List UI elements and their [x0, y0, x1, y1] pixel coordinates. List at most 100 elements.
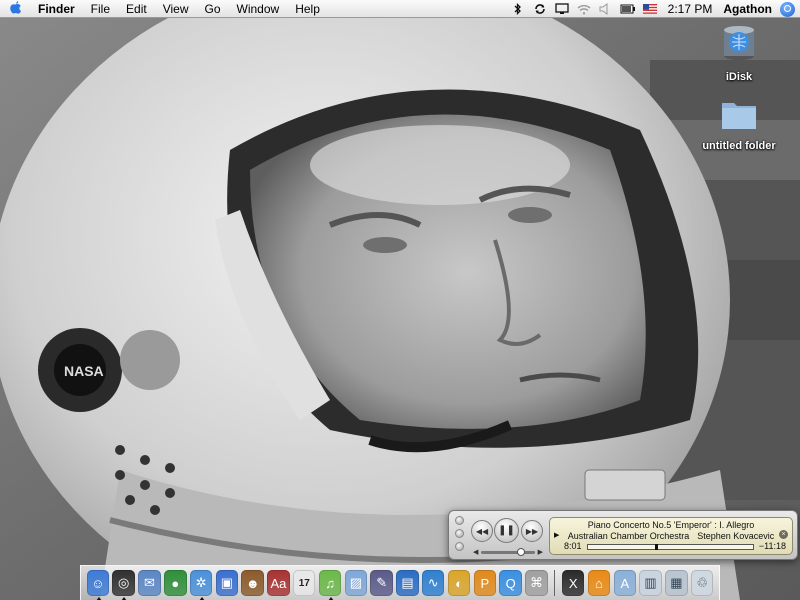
- dock-item-documents-stack[interactable]: ▥: [639, 570, 662, 596]
- progress-bar[interactable]: [586, 543, 754, 550]
- lcd-display[interactable]: ▶ Piano Concerto No.5 'Emperor' : I. All…: [549, 517, 793, 555]
- dock-item-x11[interactable]: X: [561, 570, 585, 596]
- sync-icon[interactable]: [529, 0, 551, 18]
- desktop-icon-label: untitled folder: [702, 140, 776, 152]
- spotlight-icon[interactable]: [780, 1, 795, 17]
- menu-help[interactable]: Help: [287, 0, 328, 18]
- minimize-button[interactable]: [455, 529, 464, 538]
- apple-prefs-icon: ⌘: [529, 575, 543, 590]
- dashboard-icon: ◎: [118, 575, 130, 590]
- volume-slider[interactable]: ◀ ▶: [473, 547, 543, 556]
- svg-text:NASA: NASA: [64, 363, 104, 379]
- pen-icon: ✎: [376, 575, 388, 590]
- quicktime-icon: Q: [505, 575, 516, 591]
- applications-folder-icon: A: [620, 575, 630, 591]
- dock-item-ichat-av[interactable]: ▣: [215, 570, 239, 596]
- pages-icon: P: [480, 575, 490, 591]
- dock: ☺ ◎ ✉ ● ✲ ▣ ☻ Aa 17 ♫ ▨ ✎ ▤ ∿ ◐ P Q ⌘ X ⌂ A ▥ ▦ ♲: [80, 565, 720, 600]
- progress-row: 8:01 −11:18: [564, 541, 786, 552]
- dock-item-mail[interactable]: ✉: [138, 570, 161, 596]
- volume-high-icon: ▶: [537, 549, 543, 556]
- dock-item-address-book[interactable]: ☻: [241, 570, 264, 596]
- dock-item-itunes[interactable]: ♫: [318, 570, 342, 600]
- chat-bubble-icon: ◐: [455, 575, 463, 591]
- dock-separator: [554, 570, 556, 596]
- desktop-icon-untitled-folder[interactable]: untitled folder: [694, 97, 784, 154]
- menu-window[interactable]: Window: [229, 0, 288, 18]
- menu-go[interactable]: Go: [197, 0, 229, 18]
- track-title: Piano Concerto No.5 'Emperor' : I. Alleg…: [587, 520, 755, 530]
- dock-item-trash[interactable]: ♲: [690, 570, 714, 596]
- home-icon: ⌂: [595, 575, 603, 591]
- preview-icon: ▤: [401, 575, 414, 590]
- address-book-icon: ☻: [245, 575, 260, 591]
- volume-track[interactable]: [481, 547, 535, 556]
- window-controls: [455, 516, 464, 551]
- dock-item-pages[interactable]: P: [473, 570, 497, 596]
- dock-item-finder[interactable]: ☺: [86, 570, 110, 600]
- zoom-button[interactable]: [455, 542, 464, 551]
- dock-item-messages[interactable]: ◐: [447, 570, 471, 596]
- next-button[interactable]: ▶▶: [521, 520, 543, 542]
- downloads-icon: ▦: [670, 575, 683, 590]
- dock-item-dashboard[interactable]: ◎: [112, 570, 135, 600]
- desktop-icon-idisk[interactable]: iDisk: [694, 22, 784, 85]
- dock-item-quicktime[interactable]: Q: [499, 570, 522, 596]
- menu-clock[interactable]: 2:17 PM: [661, 0, 720, 18]
- dock-item-safari[interactable]: ✲: [189, 570, 213, 600]
- lcd-close-icon[interactable]: ×: [779, 530, 788, 539]
- apple-icon[interactable]: [0, 0, 30, 17]
- display-icon[interactable]: [551, 0, 573, 18]
- menu-view[interactable]: View: [155, 0, 197, 18]
- dock-item-ical[interactable]: 17: [293, 570, 316, 596]
- pause-icon: ❚❚: [498, 525, 515, 536]
- volume-low-icon: ◀: [473, 549, 479, 556]
- fast-user-switch[interactable]: Agathon: [719, 2, 780, 16]
- dock-item-pen-app[interactable]: ✎: [370, 570, 393, 596]
- menu-edit[interactable]: Edit: [118, 0, 155, 18]
- menu-bar: Finder File Edit View Go Window Help 2:1…: [0, 0, 800, 18]
- dock-item-applications-folder[interactable]: A: [613, 570, 636, 596]
- video-icon: ▣: [220, 575, 234, 590]
- iphoto-icon: ▨: [349, 575, 363, 590]
- lcd-play-icon: ▶: [554, 532, 560, 539]
- play-pause-button[interactable]: ❚❚: [494, 518, 519, 543]
- close-button[interactable]: [455, 516, 464, 525]
- dock-item-iweb[interactable]: ∿: [422, 570, 445, 596]
- dictionary-icon: Aa: [270, 575, 287, 591]
- dock-item-iphoto[interactable]: ▨: [344, 570, 368, 596]
- app-menu-finder[interactable]: Finder: [30, 0, 83, 18]
- elapsed-time: 8:01: [564, 541, 582, 551]
- trash-icon: ♲: [696, 575, 708, 590]
- menu-file[interactable]: File: [83, 0, 118, 18]
- itunes-mini-player: ◀◀ ❚❚ ▶▶ ◀ ▶ ▶ Piano Concerto No.5 'Empe…: [448, 510, 798, 560]
- desktop-icon-label: iDisk: [725, 71, 753, 83]
- iweb-icon: ∿: [427, 575, 439, 590]
- finder-icon: ☺: [91, 575, 105, 591]
- bluetooth-icon[interactable]: [507, 0, 529, 18]
- previous-button[interactable]: ◀◀: [471, 520, 493, 542]
- dock-item-ichat[interactable]: ●: [164, 570, 187, 596]
- volume-knob[interactable]: [517, 547, 526, 556]
- dock-item-dictionary[interactable]: Aa: [267, 570, 290, 596]
- previous-icon: ◀◀: [475, 526, 489, 536]
- dock-item-home-folder[interactable]: ⌂: [587, 570, 611, 596]
- volume-icon[interactable]: [595, 0, 617, 18]
- ichat-icon: ●: [171, 575, 180, 591]
- dock-item-downloads-stack[interactable]: ▦: [665, 570, 688, 596]
- remaining-time: −11:18: [758, 541, 786, 551]
- documents-icon: ▥: [644, 575, 657, 590]
- flag-icon[interactable]: [639, 0, 661, 18]
- battery-icon[interactable]: [617, 0, 639, 18]
- itunes-icon: ♫: [325, 575, 335, 591]
- playhead[interactable]: [655, 543, 659, 550]
- folder-icon: [722, 103, 756, 129]
- wifi-icon[interactable]: [573, 0, 595, 18]
- dock-item-system-preferences[interactable]: ⌘: [525, 570, 548, 596]
- idisk-icon: [724, 26, 754, 60]
- dock-item-preview[interactable]: ▤: [396, 570, 419, 596]
- x11-icon: X: [568, 575, 578, 591]
- safari-icon: ✲: [195, 575, 207, 590]
- mail-icon: ✉: [144, 575, 155, 590]
- calendar-icon: 17: [298, 577, 310, 589]
